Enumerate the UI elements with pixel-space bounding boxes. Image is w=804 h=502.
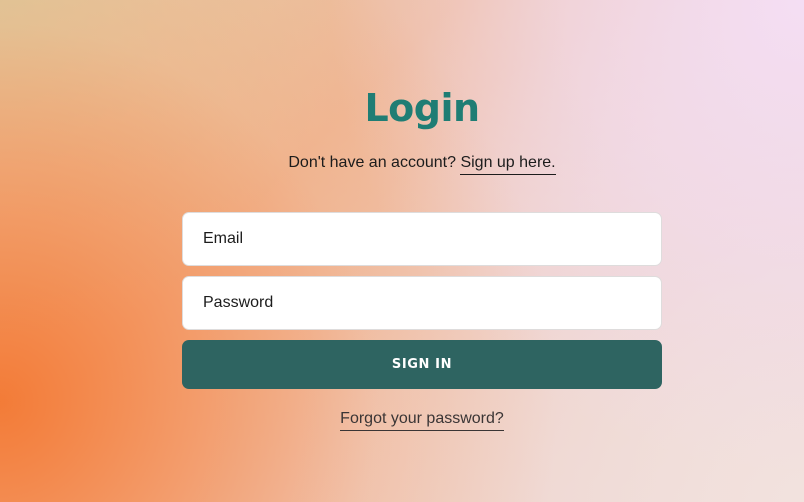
forgot-password-wrap: Forgot your password? bbox=[182, 408, 662, 431]
email-field[interactable] bbox=[182, 212, 662, 266]
login-card: Login Don't have an account? Sign up her… bbox=[182, 80, 662, 431]
sign-in-button[interactable]: SIGN IN bbox=[182, 340, 662, 389]
login-form: SIGN IN bbox=[182, 212, 662, 389]
forgot-password-link[interactable]: Forgot your password? bbox=[340, 410, 504, 431]
password-field[interactable] bbox=[182, 276, 662, 330]
signup-prompt-text: Don't have an account? bbox=[288, 154, 456, 171]
signup-link[interactable]: Sign up here. bbox=[460, 154, 556, 175]
signup-prompt-line: Don't have an account? Sign up here. bbox=[288, 152, 556, 175]
page-title: Login bbox=[364, 86, 480, 130]
